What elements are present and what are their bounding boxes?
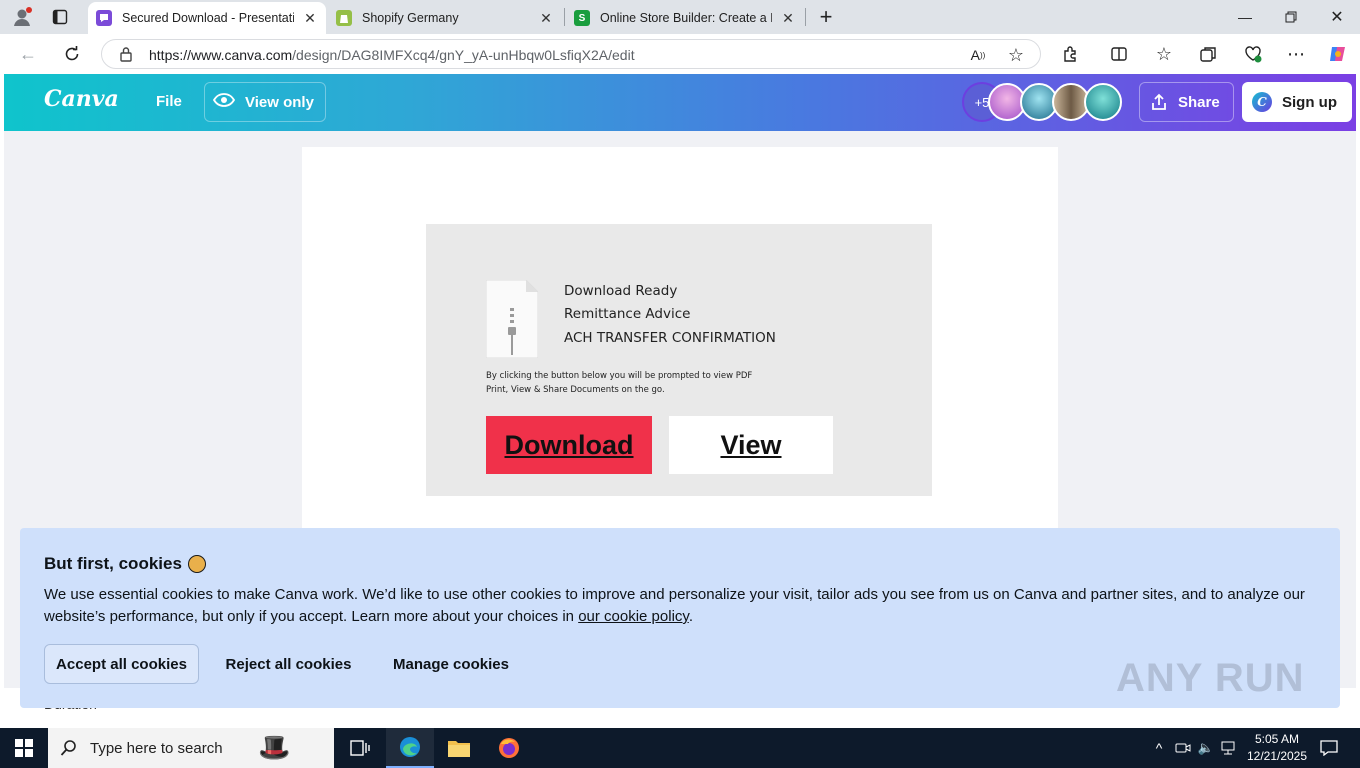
- view-only-label: View only: [245, 93, 314, 111]
- address-bar-row: ← https://www.canva.com/design/DAG8IMFXc…: [0, 34, 1360, 74]
- cookie-policy-link[interactable]: our cookie policy: [578, 608, 689, 625]
- browser-essentials-icon[interactable]: [1242, 43, 1264, 65]
- tab-online-store-builder[interactable]: S Online Store Builder: Create a Free ✕: [566, 2, 804, 34]
- url-text: https://www.canva.com/design/DAG8IMFXcq4…: [149, 47, 635, 63]
- share-button[interactable]: Share: [1139, 82, 1234, 122]
- design-page: Download Ready Remittance Advice ACH TRA…: [302, 147, 1058, 567]
- notifications-icon[interactable]: [1318, 728, 1340, 768]
- canva-badge-icon: C: [1252, 92, 1272, 112]
- profile-icon[interactable]: [10, 6, 34, 28]
- clock-date: 12/21/2025: [1246, 749, 1308, 763]
- close-tab-icon[interactable]: ✕: [538, 10, 554, 27]
- sign-up-button[interactable]: C Sign up: [1242, 82, 1352, 122]
- tab-title: Secured Download - Presentation: [122, 11, 294, 25]
- browser-tab-strip: Secured Download - Presentation ✕ Shopif…: [0, 0, 1360, 34]
- task-view-icon[interactable]: [336, 728, 384, 768]
- canva-header: Canva File View only +5 Share C Sign up: [4, 74, 1356, 131]
- copilot-icon[interactable]: [1326, 42, 1350, 66]
- tab-title: Shopify Germany: [362, 11, 459, 25]
- minimize-icon[interactable]: —: [1222, 0, 1268, 34]
- refresh-icon[interactable]: [60, 43, 84, 65]
- extensions-icon[interactable]: [1060, 43, 1082, 65]
- clock-time: 5:05 AM: [1254, 732, 1300, 746]
- tab-separator: [805, 8, 806, 26]
- reject-all-cookies-button[interactable]: Reject all cookies: [216, 644, 361, 684]
- zip-file-icon: [486, 280, 538, 358]
- start-button[interactable]: [0, 728, 48, 768]
- anyrun-watermark: ANY RUN: [1116, 656, 1305, 700]
- sign-up-label: Sign up: [1282, 93, 1337, 111]
- restore-icon[interactable]: [1268, 0, 1314, 34]
- instruction-text-1: By clicking the button below you will be…: [486, 371, 753, 381]
- tab-secured-download[interactable]: Secured Download - Presentation ✕: [88, 2, 326, 34]
- eye-icon: [212, 93, 236, 111]
- close-tab-icon[interactable]: ✕: [302, 10, 318, 27]
- file-explorer-icon[interactable]: [435, 728, 483, 768]
- view-only-button[interactable]: View only: [204, 82, 326, 122]
- share-icon: [1152, 93, 1166, 110]
- avatar[interactable]: [1084, 83, 1122, 121]
- download-ready-text: Download Ready: [564, 283, 678, 299]
- view-button[interactable]: View: [669, 416, 833, 474]
- new-tab-icon[interactable]: +: [814, 4, 838, 29]
- network-icon[interactable]: [1220, 728, 1240, 768]
- favorite-star-icon[interactable]: ☆: [1006, 45, 1026, 65]
- search-highlight-icon: 🎩: [258, 732, 291, 762]
- url-host: https://www.canva.com: [149, 47, 293, 63]
- canva-favicon-icon: [96, 10, 112, 26]
- volume-icon[interactable]: 🔈: [1197, 728, 1215, 768]
- file-menu-button[interactable]: File: [156, 93, 182, 110]
- tab-title: Online Store Builder: Create a Free: [600, 11, 772, 25]
- collaborator-avatars[interactable]: +5: [962, 82, 1122, 122]
- cookie-banner-text: We use essential cookies to make Canva w…: [44, 584, 1324, 628]
- instruction-text-2: Print, View & Share Documents on the go.: [486, 385, 665, 395]
- url-bar[interactable]: https://www.canva.com/design/DAG8IMFXcq4…: [101, 39, 1041, 69]
- share-label: Share: [1178, 93, 1220, 111]
- system-clock[interactable]: 5:05 AM 12/21/2025: [1244, 731, 1310, 765]
- cookie-text-end: .: [688, 608, 693, 625]
- read-aloud-icon[interactable]: A)): [968, 45, 988, 65]
- tray-overflow-icon[interactable]: ^: [1150, 728, 1168, 768]
- close-window-icon[interactable]: ✕: [1314, 0, 1360, 34]
- close-tab-icon[interactable]: ✕: [780, 10, 796, 27]
- remittance-advice-text: Remittance Advice: [564, 306, 691, 322]
- shopify-favicon-icon: [336, 10, 352, 26]
- canva-logo[interactable]: Canva: [44, 86, 119, 112]
- meet-now-icon[interactable]: [1174, 728, 1192, 768]
- search-icon: [60, 740, 76, 756]
- more-menu-icon[interactable]: ⋯: [1285, 43, 1307, 65]
- edge-taskbar-icon[interactable]: [386, 728, 434, 768]
- ach-confirmation-text: ACH TRANSFER CONFIRMATION: [564, 330, 776, 346]
- firefox-icon[interactable]: [485, 728, 533, 768]
- tab-shopify-germany[interactable]: Shopify Germany ✕: [328, 2, 562, 34]
- site-info-icon[interactable]: [118, 46, 134, 62]
- windows-taskbar: Type here to search 🎩 ^ 🔈 5:05 AM 12/21/…: [0, 728, 1360, 768]
- manage-cookies-button[interactable]: Manage cookies: [380, 644, 522, 684]
- collections-icon[interactable]: [1197, 43, 1219, 65]
- tab-actions-icon[interactable]: [50, 8, 70, 26]
- store-favicon-icon: S: [574, 10, 590, 26]
- tab-separator: [564, 8, 565, 26]
- back-icon[interactable]: ←: [16, 43, 40, 65]
- windows-logo-icon: [15, 739, 33, 757]
- download-button[interactable]: Download: [486, 416, 652, 474]
- cookie-banner-title: But first, cookies: [44, 554, 206, 574]
- url-path: /design/DAG8IMFXcq4/gnY_yA-unHbqw0LsfiqX…: [292, 47, 635, 63]
- cookie-icon: [187, 555, 206, 573]
- taskbar-search-box[interactable]: Type here to search 🎩: [48, 728, 334, 768]
- split-screen-icon[interactable]: [1108, 43, 1130, 65]
- cookie-title-text: But first, cookies: [44, 554, 182, 573]
- favorites-icon[interactable]: ☆: [1153, 43, 1175, 65]
- accept-all-cookies-button[interactable]: Accept all cookies: [44, 644, 199, 684]
- download-card: Download Ready Remittance Advice ACH TRA…: [426, 224, 932, 496]
- search-placeholder: Type here to search: [90, 739, 223, 757]
